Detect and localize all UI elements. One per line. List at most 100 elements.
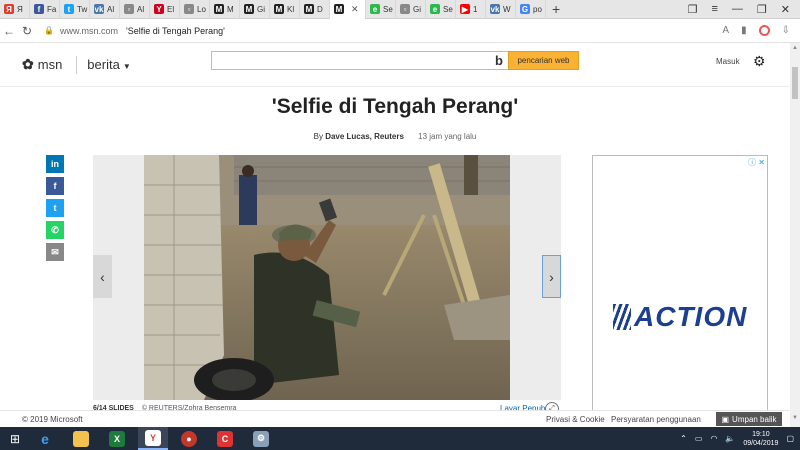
next-slide-button[interactable]: › [542,255,561,298]
tab-favicon-icon: ▫ [184,4,194,14]
taskbar-record-icon[interactable]: ● [174,427,204,450]
minimize-button[interactable]: — [732,3,743,16]
translate-icon[interactable]: A [722,25,729,36]
browser-tab[interactable]: ЯЯ [0,0,30,19]
search-input[interactable] [211,51,511,70]
scroll-thumb[interactable] [792,67,798,99]
browser-tab[interactable]: f Fa [30,0,60,19]
downloads-icon[interactable]: ⇩ [782,25,790,36]
feedback-button[interactable]: ▣ Umpan balik [716,412,782,426]
network-icon[interactable]: ▭ [695,434,703,443]
tab-overview-icon[interactable]: ❐ [688,3,698,16]
signin-link[interactable]: Masuk [716,57,740,66]
ad-brand-text: ACTION [634,301,748,332]
browser-tab[interactable]: ▫ Lo [180,0,210,19]
gear-icon[interactable]: ⚙ [753,53,766,70]
feedback-label: Umpan balik [732,414,777,424]
tab-favicon-icon: Y [154,4,164,14]
browser-tab[interactable]: e Se [426,0,456,19]
tab-favicon-icon: M [214,4,224,14]
privacy-link[interactable]: Privasi & Cookie [546,415,605,424]
wifi-icon[interactable]: ◠ [710,434,717,443]
terms-link[interactable]: Persyaratan penggunaan [611,415,701,424]
tab-label: Se [443,4,453,14]
page-scrollbar[interactable]: ▲ ▼ [790,43,800,427]
email-share-icon[interactable]: ✉ [46,243,64,261]
taskbar-tool-icon[interactable]: ⚙ [246,427,276,450]
whatsapp-share-icon[interactable]: ✆ [46,221,64,239]
volume-icon[interactable]: 🔈 [725,434,735,443]
bookmark-icon[interactable]: ▮ [741,25,747,36]
tab-favicon-icon: vk [490,4,500,14]
prev-slide-button[interactable]: ‹ [93,255,112,298]
tab-label: W [503,4,511,14]
reload-button[interactable]: ↻ [18,24,36,38]
tab-label: Lo [197,4,206,14]
clock-date: 09/04/2019 [743,439,779,447]
chevron-right-icon: › [549,268,554,285]
scroll-up-icon[interactable]: ▲ [790,45,800,55]
notification-icon[interactable]: ▢ [786,434,794,443]
browser-tab[interactable]: ▫ Gi [396,0,426,19]
byline-prefix: By [313,132,323,141]
msn-logo[interactable]: ✿ msn [22,56,62,73]
browser-tab[interactable]: M ✕ [330,0,366,19]
byline-time: 13 jam yang lalu [418,132,477,141]
back-button[interactable]: ← [0,24,18,38]
browser-tab[interactable]: vk W [486,0,516,19]
tab-label: M [227,4,234,14]
browser-tab[interactable]: vk Al [90,0,120,19]
windows-start-icon[interactable]: ⊞ [0,427,30,450]
tab-close-icon[interactable]: ✕ [351,4,359,15]
taskbar-excel-icon[interactable]: X [102,427,132,450]
url-page-title[interactable]: 'Selfie di Tengah Perang' [126,26,225,36]
tab-label: Gi [413,4,421,14]
section-menu[interactable]: berita ▼ [87,57,130,72]
linkedin-share-icon[interactable]: in [46,155,64,173]
article-headline: 'Selfie di Tengah Perang' [271,95,519,118]
tab-favicon-icon: vk [94,4,104,14]
feedback-icon: ▣ [721,414,730,424]
browser-tab[interactable]: MM [210,0,240,19]
url-domain[interactable]: www.msn.com [60,26,118,36]
byline-author[interactable]: Dave Lucas, Reuters [325,132,404,141]
browser-tab[interactable]: Y El [150,0,180,19]
ad-choices-icon[interactable]: ⓘ ✕ [748,157,765,168]
chevron-down-icon: ▼ [122,62,131,71]
scroll-down-icon[interactable]: ▼ [790,415,800,425]
menu-icon[interactable]: ≡ [711,3,717,16]
tab-label: Tw [77,4,88,14]
taskbar-yandex-icon[interactable]: Y [138,427,168,450]
close-window-button[interactable]: ✕ [781,3,790,16]
window-controls: ❐ ≡ — ❐ ✕ [688,3,800,16]
tab-label: 1 [473,4,478,14]
taskbar-app-icon[interactable]: C [210,427,240,450]
tab-favicon-icon: M [274,4,284,14]
protect-icon[interactable] [758,25,770,36]
facebook-share-icon[interactable]: f [46,177,64,195]
lock-icon[interactable]: 🔒 [44,26,54,35]
browser-tab[interactable]: ▫ Al [120,0,150,19]
msn-logo-text: msn [37,57,63,72]
browser-tab[interactable]: M Gi [240,0,270,19]
browser-tab[interactable]: t Tw [60,0,90,19]
browser-tab[interactable]: e Se [366,0,396,19]
new-tab-button[interactable]: + [546,1,566,17]
system-tray: ⌃ ▭ ◠ 🔈 19:10 09/04/2019 ▢ [680,430,800,448]
maximize-button[interactable]: ❐ [757,3,767,16]
browser-tab[interactable]: M Kl [270,0,300,19]
browser-tab[interactable]: Gро [516,0,546,19]
taskbar-clock[interactable]: 19:10 09/04/2019 [743,430,778,448]
windows-taskbar: ⊞ e X Y ● C ⚙ ⌃ ▭ ◠ 🔈 19:10 09/04/2019 ▢ [0,427,800,450]
tray-arrow-icon[interactable]: ⌃ [680,434,687,443]
tab-favicon-icon: M [334,4,344,14]
article-byline: By Dave Lucas, Reuters 13 jam yang lalu [0,132,790,141]
web-search-button[interactable]: pencarian web [508,51,579,70]
taskbar-explorer-icon[interactable] [66,427,96,450]
browser-tab[interactable]: ▶ 1 [456,0,486,19]
twitter-share-icon[interactable]: t [46,199,64,217]
browser-tab[interactable]: MD [300,0,330,19]
advertisement[interactable]: ⓘ ✕ ACTION [592,155,768,425]
taskbar-ie-icon[interactable]: e [30,427,60,450]
slide-photo[interactable] [144,155,510,400]
